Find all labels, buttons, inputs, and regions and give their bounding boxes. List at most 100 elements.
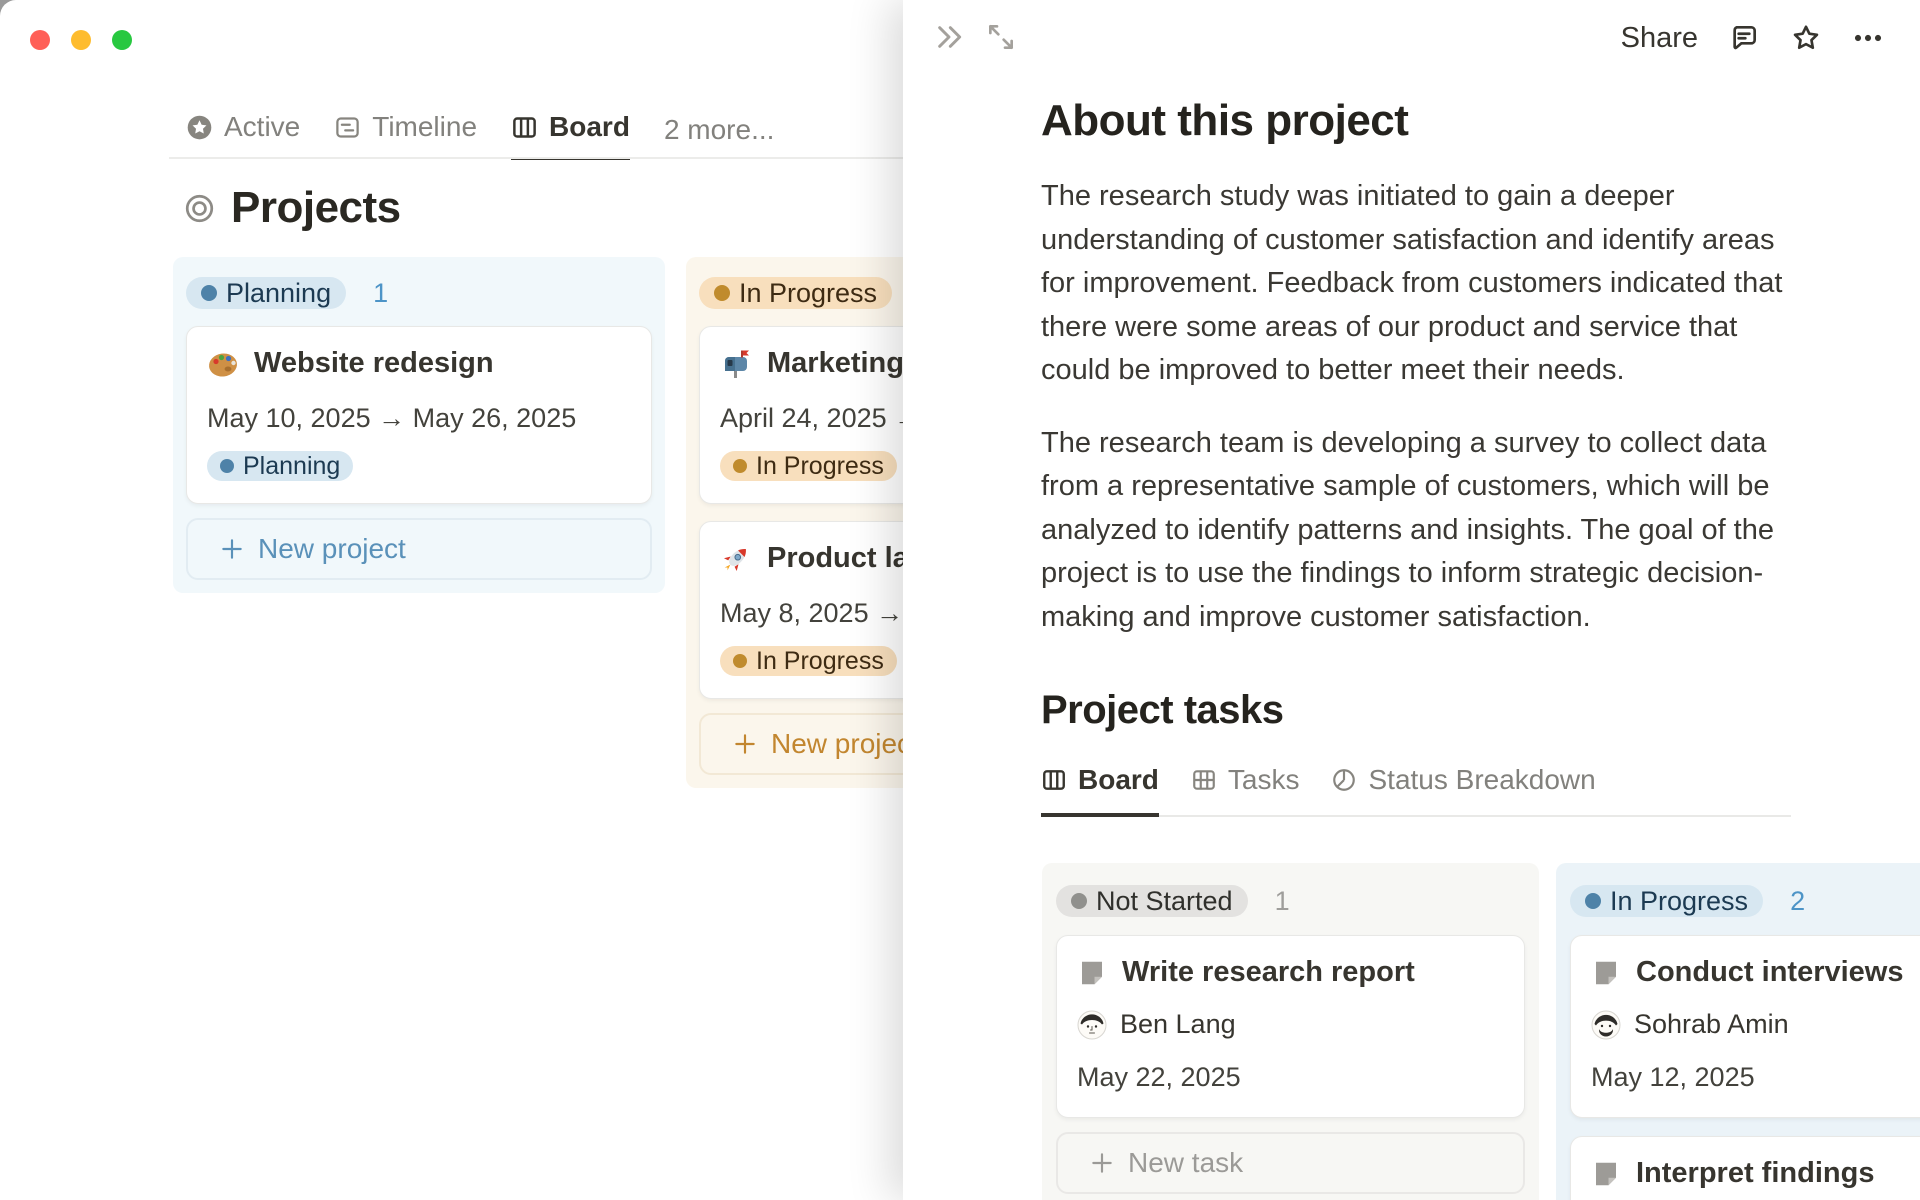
database-title: Projects: [184, 183, 401, 233]
tabbar-divider: [169, 157, 909, 159]
status-badge-not-started[interactable]: Not Started: [1056, 885, 1248, 917]
notion-window: Active Timeline Board 2 more... Projects…: [0, 0, 1920, 1200]
status-label: Planning: [226, 277, 332, 308]
task-column-in-progress: In Progress 2 Conduct interviews Sohrab …: [1556, 863, 1920, 1200]
plus-icon: [219, 536, 245, 562]
status-label: In Progress: [739, 277, 878, 308]
mailbox-emoji: [720, 348, 752, 380]
status-dot: [220, 459, 234, 473]
task-column-not-started: Not Started 1 Write research report Ben …: [1042, 863, 1539, 1200]
task-card-write-research-report[interactable]: Write research report Ben Lang May 22, 2…: [1056, 935, 1525, 1118]
tab-status-breakdown-view[interactable]: Status Breakdown: [1331, 764, 1596, 817]
column-count: 2: [1790, 885, 1806, 916]
status-dot: [1585, 893, 1601, 909]
card-title-row: Write research report: [1077, 956, 1504, 989]
task-title: Interpret findings: [1636, 1157, 1875, 1189]
page-icon: [1077, 958, 1107, 988]
tab-label: Tasks: [1227, 764, 1300, 795]
status-badge-planning[interactable]: Planning: [186, 277, 347, 309]
about-paragraph-1: The research study was initiated to gain…: [1041, 180, 1783, 386]
task-title: Conduct interviews: [1636, 956, 1904, 988]
table-icon: [1191, 767, 1217, 793]
new-task-label: New task: [1128, 1147, 1244, 1178]
assignee-row: Ben Lang: [1077, 1009, 1504, 1040]
about-paragraph-2: The research team is developing a survey…: [1041, 426, 1775, 633]
new-task-button[interactable]: New task: [1056, 1132, 1525, 1194]
card-title: Website redesign: [254, 347, 494, 379]
close-window-button[interactable]: [30, 30, 50, 50]
tab-label: Status Breakdown: [1368, 764, 1596, 795]
tab-label: Active: [224, 111, 301, 142]
assignee-name: Sohrab Amin: [1634, 1009, 1789, 1039]
status-dot: [714, 285, 730, 301]
more-views-button[interactable]: 2 more...: [664, 114, 774, 160]
card-status: Planning: [207, 451, 631, 481]
star-icon[interactable]: [1790, 22, 1822, 54]
about-heading: About this project: [1041, 96, 1409, 145]
target-icon: [184, 193, 215, 224]
tasks-board: Not Started 1 Write research report Ben …: [903, 863, 1920, 1200]
minimize-window-button[interactable]: [71, 30, 91, 50]
new-project-button[interactable]: New project: [186, 518, 652, 580]
task-due-date: May 22, 2025: [1077, 1062, 1241, 1092]
status-dot: [733, 654, 747, 668]
expand-icon[interactable]: [985, 21, 1017, 53]
assignee-name: Ben Lang: [1120, 1009, 1236, 1039]
project-card-website-redesign[interactable]: Website redesign May 10, 2025 → May 26, …: [186, 326, 652, 504]
sohrab-amin-avatar: [1591, 1010, 1621, 1040]
board-icon: [511, 114, 538, 141]
status-label: Planning: [243, 451, 341, 480]
project-tasks-heading: Project tasks: [1041, 688, 1284, 732]
new-project-label: New project: [258, 533, 406, 564]
status-badge-in-progress: In Progress: [720, 646, 897, 676]
palette-emoji: [207, 348, 239, 380]
card-title-row: Website redesign: [207, 347, 631, 380]
ellipsis-icon[interactable]: [1852, 22, 1884, 54]
column-header: In Progress 2: [1570, 885, 1920, 917]
zoom-window-button[interactable]: [112, 30, 132, 50]
pie-icon: [1331, 767, 1357, 793]
plus-icon: [1089, 1150, 1115, 1176]
board-column-planning: Planning 1 Website redesign May 10, 2025…: [173, 257, 665, 593]
page-icon: [1591, 958, 1621, 988]
status-badge-planning: Planning: [207, 451, 354, 481]
tab-active-view[interactable]: Active: [186, 111, 300, 160]
tab-board-view[interactable]: Board: [511, 111, 630, 160]
status-dot: [1071, 893, 1087, 909]
tab-timeline-view[interactable]: Timeline: [334, 111, 477, 160]
timeline-icon: [334, 114, 361, 141]
column-count: 1: [373, 277, 389, 308]
status-label: In Progress: [756, 451, 884, 480]
card-title-row: Conduct interviews: [1591, 956, 1920, 989]
page-title: Projects: [231, 183, 401, 232]
task-card-conduct-interviews[interactable]: Conduct interviews Sohrab Amin May 12, 2…: [1570, 935, 1920, 1118]
panel-content: About this project The research study wa…: [1041, 0, 1791, 817]
panel-nav-left: [933, 21, 1017, 53]
card-date-range: May 10, 2025 → May 26, 2025: [207, 403, 577, 433]
rocket-emoji: [720, 543, 752, 575]
tab-label: Timeline: [372, 111, 478, 142]
status-badge-in-progress[interactable]: In Progress: [699, 277, 893, 309]
column-header: Not Started 1: [1056, 885, 1525, 917]
tab-label: Board: [549, 111, 630, 142]
status-dot: [733, 459, 747, 473]
board-icon: [1041, 767, 1067, 793]
assignee-row: Sohrab Amin: [1591, 1009, 1920, 1040]
column-count: 1: [1274, 885, 1290, 916]
ben-lang-avatar: [1077, 1010, 1107, 1040]
status-badge-in-progress[interactable]: In Progress: [1570, 885, 1764, 917]
tasks-view-tabs: Board Tasks Status Breakdown: [1041, 764, 1791, 817]
status-label: In Progress: [1610, 885, 1749, 916]
double-chevron-right-icon[interactable]: [933, 21, 965, 53]
card-title-row: Interpret findings: [1591, 1157, 1920, 1190]
status-label: In Progress: [756, 646, 884, 675]
status-dot: [201, 285, 217, 301]
status-badge-in-progress: In Progress: [720, 451, 897, 481]
new-project-label: New project: [771, 728, 919, 759]
tab-board-view[interactable]: Board: [1041, 764, 1159, 817]
task-card-interpret-findings[interactable]: Interpret findings: [1570, 1136, 1920, 1200]
tab-tasks-view[interactable]: Tasks: [1191, 764, 1300, 817]
tab-label: Board: [1078, 764, 1159, 795]
column-header: Planning 1: [186, 277, 652, 309]
task-due-date: May 12, 2025: [1591, 1062, 1755, 1092]
